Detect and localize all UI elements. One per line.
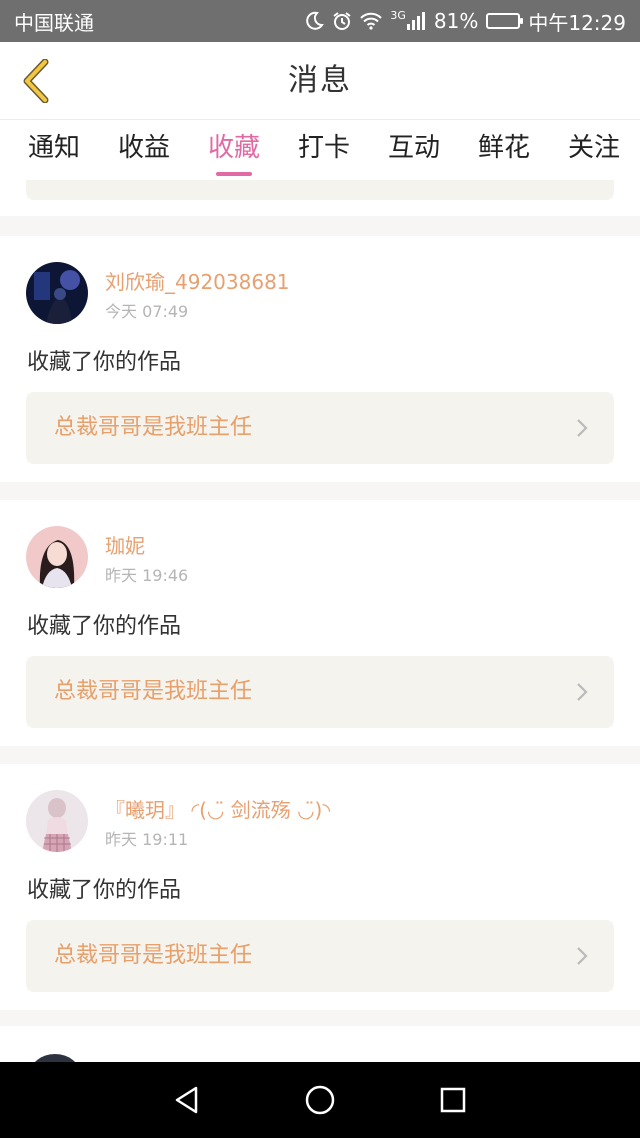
action-text: 收藏了你的作品 <box>27 878 182 903</box>
chevron-left-icon <box>23 59 49 103</box>
wifi-icon <box>360 12 383 30</box>
tab-flowers[interactable]: 鲜花 <box>472 120 536 180</box>
message-time: 昨天 19:46 <box>105 566 189 585</box>
system-home-button[interactable] <box>290 1070 350 1130</box>
username[interactable]: 刘欣瑜_492038681 <box>105 266 290 295</box>
chevron-right-icon <box>577 683 588 701</box>
work-title: 总裁哥哥是我班主任 <box>54 943 253 968</box>
top-navbar: 消息 <box>0 42 640 120</box>
message-card: 珈妮 昨天 19:46 收藏了你的作品 总裁哥哥是我班主任 <box>0 500 640 746</box>
username[interactable]: 珈妮 <box>105 530 145 559</box>
back-triangle-icon <box>175 1086 197 1114</box>
tab-interaction[interactable]: 互动 <box>382 120 446 180</box>
action-text: 收藏了你的作品 <box>27 614 182 639</box>
previous-work-link[interactable] <box>26 180 614 200</box>
action-text: 收藏了你的作品 <box>27 350 182 375</box>
previous-message-card <box>0 180 640 216</box>
message-tabs: 通知 收益 收藏 打卡 互动 鲜花 关注 <box>0 120 640 180</box>
message-card: 『曦玥』 ◜(◡̈ 剑流殇 ◡̈)◝ 昨天 19:11 收藏了你的作品 总裁哥哥… <box>0 764 640 1010</box>
work-link[interactable]: 总裁哥哥是我班主任 <box>26 656 614 728</box>
system-nav-bar <box>0 1062 640 1138</box>
system-back-button[interactable] <box>157 1070 217 1130</box>
network-type: 3G <box>390 8 406 22</box>
tab-notice[interactable]: 通知 <box>22 120 86 180</box>
work-link[interactable]: 总裁哥哥是我班主任 <box>26 920 614 992</box>
app-screen: 中国联通 3G 81% 中午12:29 消息 通知 收益 收藏 打卡 互动 鲜花… <box>0 0 640 1138</box>
avatar[interactable] <box>26 790 88 852</box>
alarm-icon <box>332 11 352 31</box>
message-time: 昨天 19:11 <box>105 830 189 849</box>
clock: 中午12:29 <box>528 10 626 35</box>
system-recents-button[interactable] <box>423 1070 483 1130</box>
avatar[interactable] <box>26 526 88 588</box>
chevron-right-icon <box>577 947 588 965</box>
tab-earnings[interactable]: 收益 <box>112 120 176 180</box>
username[interactable]: 『曦玥』 ◜(◡̈ 剑流殇 ◡̈)◝ <box>105 794 330 823</box>
home-circle-icon <box>305 1085 335 1115</box>
tab-checkin[interactable]: 打卡 <box>292 120 356 180</box>
battery-percent: 81% <box>433 9 479 33</box>
work-title: 总裁哥哥是我班主任 <box>54 415 253 440</box>
message-list[interactable]: 刘欣瑜_492038681 今天 07:49 收藏了你的作品 总裁哥哥是我班主任… <box>0 180 640 1062</box>
next-message-card <box>0 1026 640 1062</box>
recents-square-icon <box>441 1087 466 1113</box>
page-title: 消息 <box>288 63 352 98</box>
signal-icon: 3G <box>390 8 426 30</box>
avatar[interactable] <box>26 262 88 324</box>
avatar[interactable] <box>30 1054 80 1062</box>
moon-icon <box>304 11 325 31</box>
work-link[interactable]: 总裁哥哥是我班主任 <box>26 392 614 464</box>
tab-follow[interactable]: 关注 <box>562 120 626 180</box>
status-bar: 中国联通 3G 81% 中午12:29 <box>0 0 640 42</box>
message-card: 刘欣瑜_492038681 今天 07:49 收藏了你的作品 总裁哥哥是我班主任 <box>0 236 640 482</box>
work-title: 总裁哥哥是我班主任 <box>54 679 253 704</box>
battery-icon <box>486 13 524 29</box>
back-button[interactable] <box>12 56 60 106</box>
chevron-right-icon <box>577 419 588 437</box>
message-time: 今天 07:49 <box>105 302 189 321</box>
carrier-label: 中国联通 <box>14 10 94 35</box>
tab-favorites[interactable]: 收藏 <box>202 120 266 180</box>
status-icons: 3G 81% 中午12:29 <box>304 7 626 36</box>
